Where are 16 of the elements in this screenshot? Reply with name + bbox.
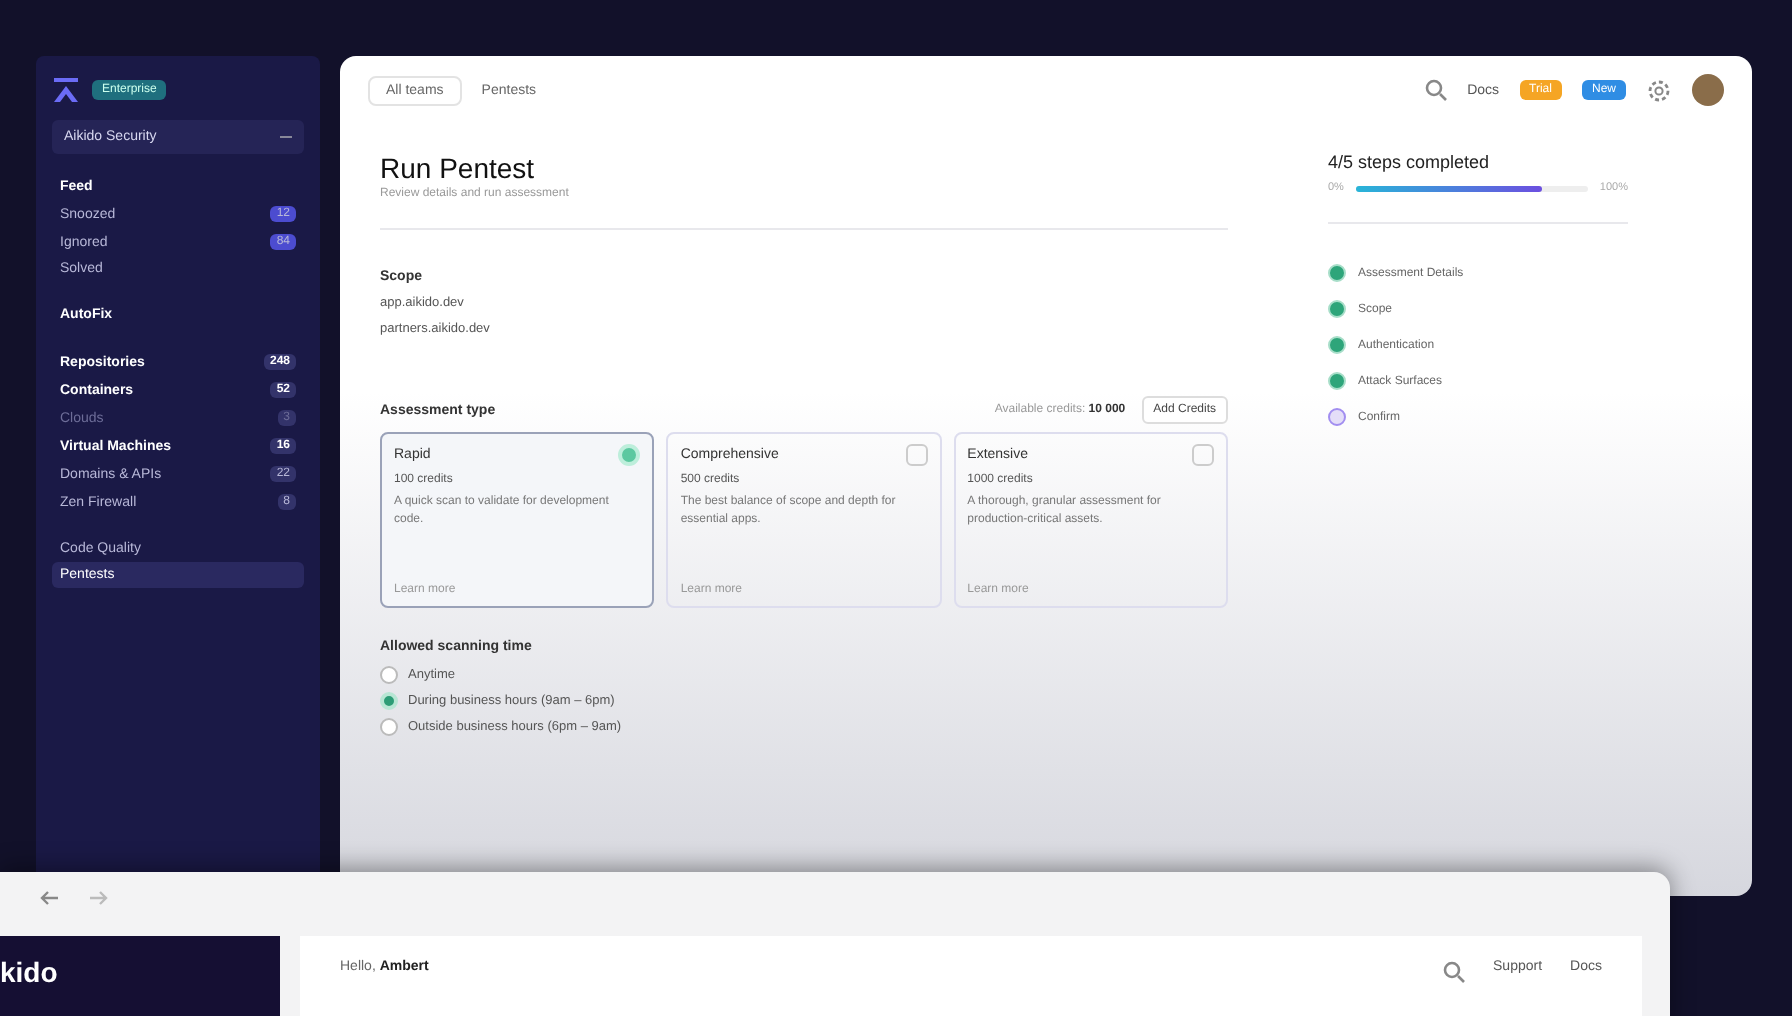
search-icon[interactable] — [1423, 78, 1448, 102]
progress-title: 4/5 steps completed — [1328, 152, 1492, 172]
page-title: Run Pentest — [380, 152, 537, 184]
brand-name: kido — [0, 956, 58, 988]
search-icon[interactable] — [1441, 960, 1466, 984]
avatar[interactable] — [1692, 74, 1724, 106]
checked-radio-icon[interactable] — [618, 444, 641, 466]
radio-icon[interactable] — [905, 444, 928, 466]
back-arrow-icon[interactable] — [40, 888, 60, 908]
forward-arrow-icon[interactable] — [88, 888, 108, 908]
radio-button[interactable] — [380, 718, 398, 736]
logo-icon — [52, 76, 80, 104]
radio-button[interactable] — [380, 692, 398, 710]
radio-icon[interactable] — [1191, 444, 1214, 466]
settings-icon[interactable] — [1646, 77, 1672, 103]
radio-button[interactable] — [380, 666, 398, 684]
